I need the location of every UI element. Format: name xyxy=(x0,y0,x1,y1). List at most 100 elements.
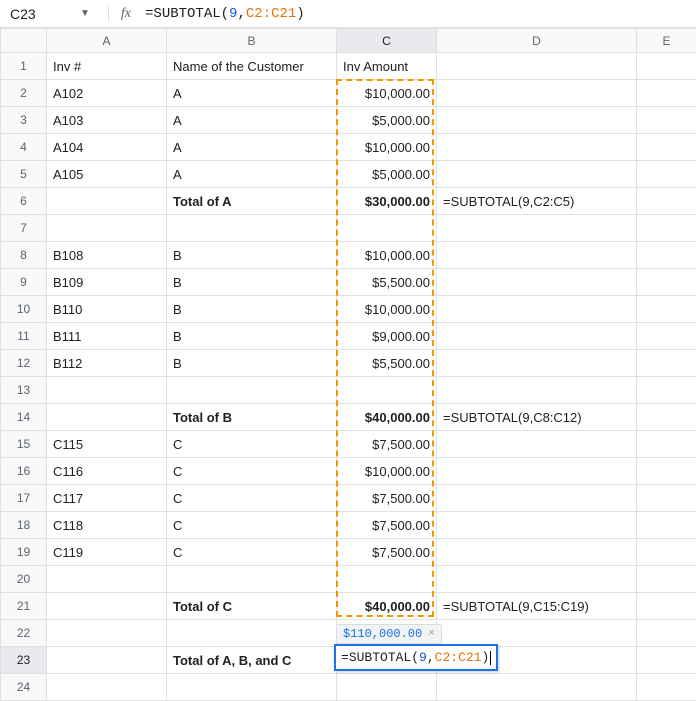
cell-C24[interactable] xyxy=(337,674,437,701)
cell-B14[interactable]: Total of B xyxy=(167,404,337,431)
cell-D2[interactable] xyxy=(437,80,637,107)
name-box[interactable]: C23 xyxy=(6,4,76,24)
row-header[interactable]: 11 xyxy=(1,323,47,350)
cell-B15[interactable]: C xyxy=(167,431,337,458)
row-header[interactable]: 2 xyxy=(1,80,47,107)
cell-D11[interactable] xyxy=(437,323,637,350)
active-cell-editor[interactable]: =SUBTOTAL(9,C2:C21) xyxy=(334,644,498,671)
cell-A20[interactable] xyxy=(47,566,167,593)
cell-C3[interactable]: $5,000.00 xyxy=(337,107,437,134)
cell-D1[interactable] xyxy=(437,53,637,80)
row-header[interactable]: 6 xyxy=(1,188,47,215)
cell-C15[interactable]: $7,500.00 xyxy=(337,431,437,458)
cell-B20[interactable] xyxy=(167,566,337,593)
cell-B18[interactable]: C xyxy=(167,512,337,539)
col-header-A[interactable]: A xyxy=(47,29,167,53)
row-header[interactable]: 12 xyxy=(1,350,47,377)
cell-A12[interactable]: B112 xyxy=(47,350,167,377)
cell-D15[interactable] xyxy=(437,431,637,458)
cell-E22[interactable] xyxy=(637,620,696,647)
cell-E20[interactable] xyxy=(637,566,696,593)
cell-E1[interactable] xyxy=(637,53,696,80)
cell-A16[interactable]: C116 xyxy=(47,458,167,485)
row-header[interactable]: 20 xyxy=(1,566,47,593)
cell-B9[interactable]: B xyxy=(167,269,337,296)
cell-B17[interactable]: C xyxy=(167,485,337,512)
cell-C12[interactable]: $5,500.00 xyxy=(337,350,437,377)
cell-D12[interactable] xyxy=(437,350,637,377)
cell-B24[interactable] xyxy=(167,674,337,701)
cell-E19[interactable] xyxy=(637,539,696,566)
cell-B12[interactable]: B xyxy=(167,350,337,377)
col-header-E[interactable]: E xyxy=(637,29,696,53)
row-header[interactable]: 5 xyxy=(1,161,47,188)
cell-A9[interactable]: B109 xyxy=(47,269,167,296)
col-header-B[interactable]: B xyxy=(167,29,337,53)
cell-A1[interactable]: Inv # xyxy=(47,53,167,80)
cell-A18[interactable]: C118 xyxy=(47,512,167,539)
cell-C8[interactable]: $10,000.00 xyxy=(337,242,437,269)
cell-C19[interactable]: $7,500.00 xyxy=(337,539,437,566)
cell-E12[interactable] xyxy=(637,350,696,377)
cell-E15[interactable] xyxy=(637,431,696,458)
cell-D17[interactable] xyxy=(437,485,637,512)
cell-B19[interactable]: C xyxy=(167,539,337,566)
cell-E11[interactable] xyxy=(637,323,696,350)
cell-D3[interactable] xyxy=(437,107,637,134)
cell-D24[interactable] xyxy=(437,674,637,701)
row-header[interactable]: 23 xyxy=(1,647,47,674)
cell-C6[interactable]: $30,000.00 xyxy=(337,188,437,215)
cell-A13[interactable] xyxy=(47,377,167,404)
cell-E18[interactable] xyxy=(637,512,696,539)
select-all-corner[interactable] xyxy=(1,29,47,53)
cell-C14[interactable]: $40,000.00 xyxy=(337,404,437,431)
cell-E24[interactable] xyxy=(637,674,696,701)
cell-E14[interactable] xyxy=(637,404,696,431)
row-header[interactable]: 4 xyxy=(1,134,47,161)
cell-D9[interactable] xyxy=(437,269,637,296)
row-header[interactable]: 7 xyxy=(1,215,47,242)
row-header[interactable]: 16 xyxy=(1,458,47,485)
cell-E17[interactable] xyxy=(637,485,696,512)
cell-C7[interactable] xyxy=(337,215,437,242)
close-icon[interactable]: × xyxy=(428,628,435,640)
cell-C10[interactable]: $10,000.00 xyxy=(337,296,437,323)
row-header[interactable]: 9 xyxy=(1,269,47,296)
name-box-dropdown-icon[interactable]: ▼ xyxy=(80,8,90,19)
cell-D20[interactable] xyxy=(437,566,637,593)
cell-D19[interactable] xyxy=(437,539,637,566)
cell-D16[interactable] xyxy=(437,458,637,485)
cell-C21[interactable]: $40,000.00 xyxy=(337,593,437,620)
cell-E23[interactable] xyxy=(637,647,696,674)
cell-C1[interactable]: Inv Amount xyxy=(337,53,437,80)
row-header[interactable]: 8 xyxy=(1,242,47,269)
row-header[interactable]: 14 xyxy=(1,404,47,431)
row-header[interactable]: 18 xyxy=(1,512,47,539)
cell-C2[interactable]: $10,000.00 xyxy=(337,80,437,107)
row-header[interactable]: 19 xyxy=(1,539,47,566)
col-header-D[interactable]: D xyxy=(437,29,637,53)
cell-A19[interactable]: C119 xyxy=(47,539,167,566)
cell-B11[interactable]: B xyxy=(167,323,337,350)
spreadsheet-grid[interactable]: A B C D E 1Inv #Name of the CustomerInv … xyxy=(0,28,696,701)
cell-A17[interactable]: C117 xyxy=(47,485,167,512)
cell-A24[interactable] xyxy=(47,674,167,701)
cell-D14[interactable]: =SUBTOTAL(9,C8:C12) xyxy=(437,404,637,431)
cell-C20[interactable] xyxy=(337,566,437,593)
cell-D4[interactable] xyxy=(437,134,637,161)
cell-B21[interactable]: Total of C xyxy=(167,593,337,620)
cell-B8[interactable]: B xyxy=(167,242,337,269)
cell-E2[interactable] xyxy=(637,80,696,107)
cell-D5[interactable] xyxy=(437,161,637,188)
cell-C5[interactable]: $5,000.00 xyxy=(337,161,437,188)
cell-A22[interactable] xyxy=(47,620,167,647)
cell-E10[interactable] xyxy=(637,296,696,323)
cell-C11[interactable]: $9,000.00 xyxy=(337,323,437,350)
cell-A14[interactable] xyxy=(47,404,167,431)
row-header[interactable]: 1 xyxy=(1,53,47,80)
col-header-C[interactable]: C xyxy=(337,29,437,53)
cell-B10[interactable]: B xyxy=(167,296,337,323)
cell-B3[interactable]: A xyxy=(167,107,337,134)
cell-B6[interactable]: Total of A xyxy=(167,188,337,215)
cell-D10[interactable] xyxy=(437,296,637,323)
